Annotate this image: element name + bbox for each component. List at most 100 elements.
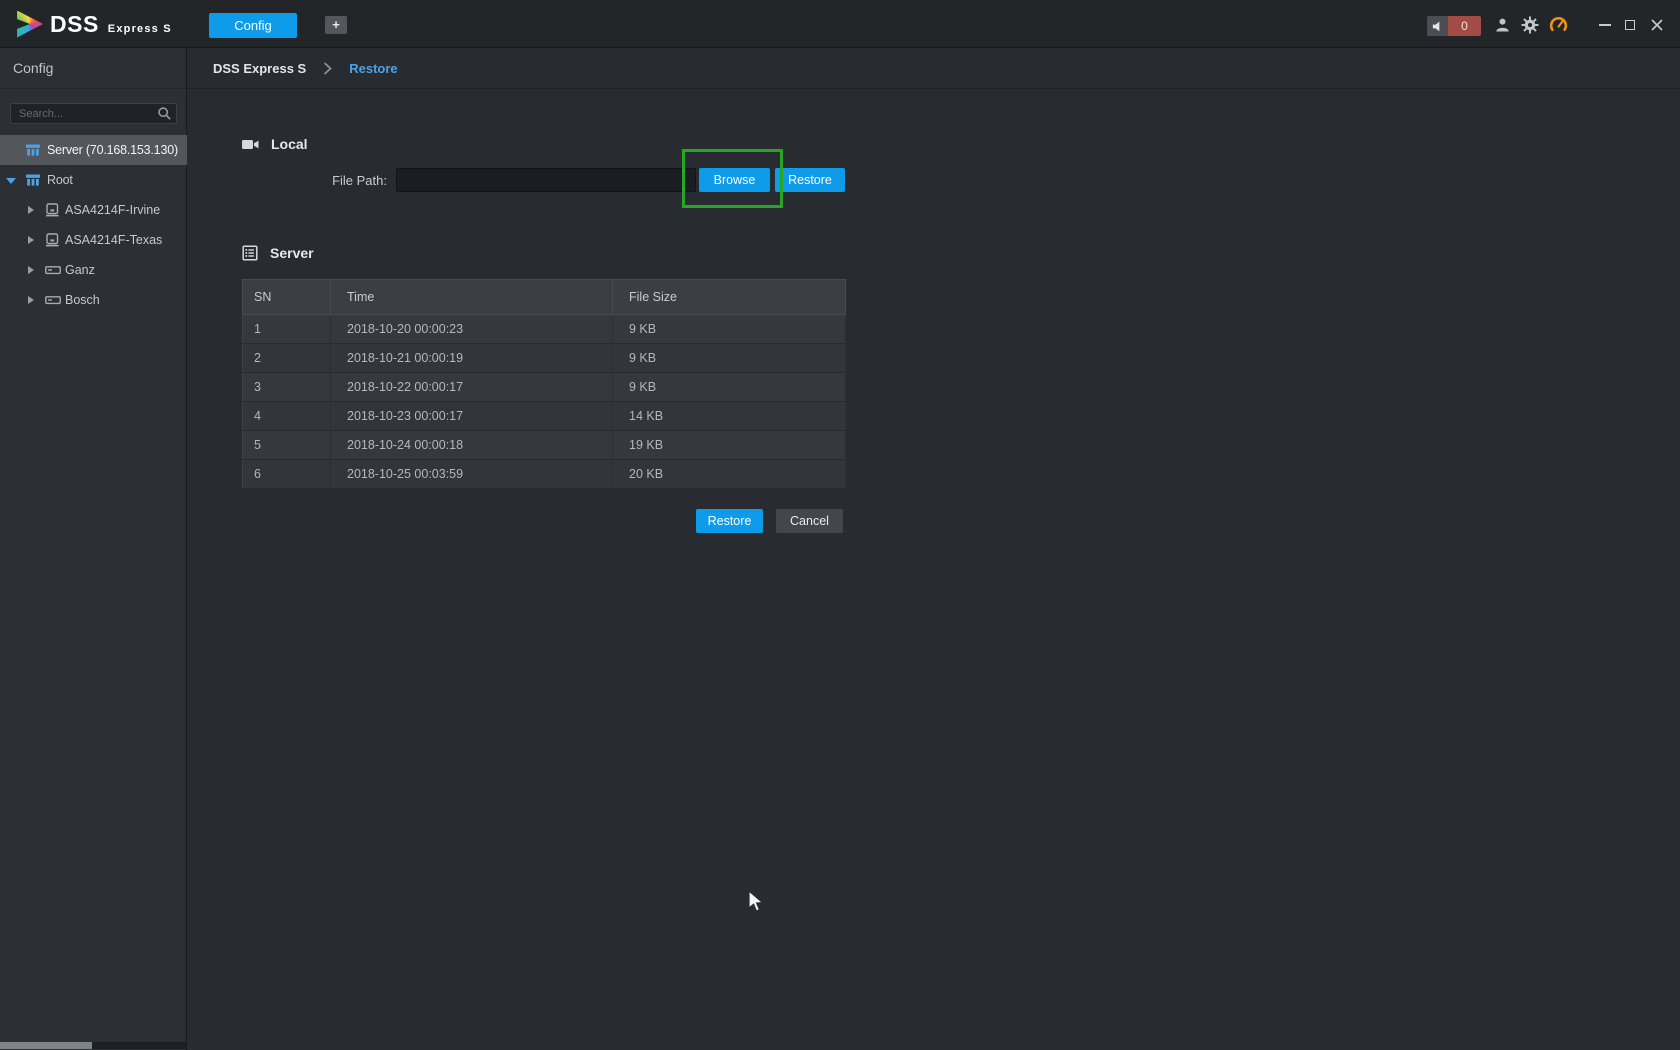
tree-item-device[interactable]: ASA4214F-Texas [0, 225, 187, 255]
close-button[interactable] [1648, 16, 1666, 34]
breadcrumb-chevron-icon [323, 62, 332, 75]
minimize-button[interactable] [1597, 17, 1613, 33]
search-icon[interactable] [157, 106, 172, 121]
cell-sn: 1 [243, 315, 331, 344]
gauge-icon [1549, 16, 1568, 33]
backup-table: SN Time File Size 1 2018-10-20 00:00:23 … [242, 279, 846, 489]
nvr-device-icon [45, 263, 61, 277]
expand-caret-icon[interactable] [28, 206, 34, 214]
minimize-icon [1599, 24, 1611, 26]
sidebar: Config Server (70.168.153.130) [0, 48, 187, 1050]
tree-item-label: Server (70.168.153.130) [47, 143, 178, 157]
alarm-count-badge[interactable]: 0 [1448, 16, 1481, 36]
cell-size: 9 KB [613, 344, 846, 373]
tree-item-device[interactable]: ASA4214F-Irvine [0, 195, 187, 225]
cell-sn: 4 [243, 402, 331, 431]
cell-sn: 5 [243, 431, 331, 460]
nvr-device-icon [45, 293, 61, 307]
file-path-label: File Path: [259, 173, 387, 188]
table-header: SN Time File Size [243, 280, 846, 315]
column-header-time: Time [331, 280, 613, 315]
title-bar: DSS Express S Config + 0 [0, 0, 1680, 48]
speaker-glyph [1431, 20, 1444, 33]
user-button[interactable] [1492, 16, 1512, 34]
table-row[interactable]: 2 2018-10-21 00:00:19 9 KB [243, 344, 846, 373]
org-icon [25, 173, 41, 187]
cancel-button[interactable]: Cancel [776, 509, 843, 533]
table-row[interactable]: 4 2018-10-23 00:00:17 14 KB [243, 402, 846, 431]
settings-button[interactable] [1520, 15, 1540, 34]
tab-config[interactable]: Config [209, 13, 297, 38]
tree-item-label: ASA4214F-Irvine [65, 203, 160, 217]
device-tree: Server (70.168.153.130) Root ASA421 [0, 135, 187, 315]
cell-sn: 6 [243, 460, 331, 489]
cell-size: 14 KB [613, 402, 846, 431]
expand-caret-icon[interactable] [28, 266, 34, 274]
speaker-icon[interactable] [1427, 16, 1448, 36]
scrollbar-thumb[interactable] [0, 1042, 92, 1049]
close-icon [1650, 18, 1664, 32]
table-row[interactable]: 5 2018-10-24 00:00:18 19 KB [243, 431, 846, 460]
section-title: Server [270, 245, 314, 261]
cell-size: 19 KB [613, 431, 846, 460]
cell-size: 9 KB [613, 373, 846, 402]
gear-icon [1521, 16, 1539, 34]
server-restore-button[interactable]: Restore [696, 509, 763, 533]
tree-item-server[interactable]: Server (70.168.153.130) [0, 135, 187, 165]
encoder-device-icon [45, 233, 60, 247]
sidebar-title: Config [0, 48, 186, 89]
tree-item-label: Bosch [65, 293, 100, 307]
sidebar-horizontal-scrollbar[interactable] [0, 1042, 186, 1049]
dss-logo-icon [16, 11, 43, 38]
cell-sn: 2 [243, 344, 331, 373]
cell-size: 20 KB [613, 460, 846, 489]
tree-item-label: ASA4214F-Texas [65, 233, 162, 247]
table-row[interactable]: 1 2018-10-20 00:00:23 9 KB [243, 315, 846, 344]
cell-sn: 3 [243, 373, 331, 402]
column-header-sn: SN [243, 280, 331, 315]
server-org-icon [25, 143, 41, 157]
tree-item-label: Ganz [65, 263, 95, 277]
cell-time: 2018-10-20 00:00:23 [331, 315, 613, 344]
user-icon [1494, 17, 1511, 33]
cell-time: 2018-10-23 00:00:17 [331, 402, 613, 431]
app-brand: DSS Express S [16, 0, 172, 48]
search-box [10, 103, 177, 124]
cell-time: 2018-10-21 00:00:19 [331, 344, 613, 373]
cell-size: 9 KB [613, 315, 846, 344]
tree-item-root[interactable]: Root [0, 165, 187, 195]
list-icon [242, 245, 258, 261]
encoder-device-icon [45, 203, 60, 217]
cell-time: 2018-10-25 00:03:59 [331, 460, 613, 489]
column-header-size: File Size [613, 280, 846, 315]
restore-page: Local File Path: Browse Restore Server S… [187, 89, 1680, 1050]
maximize-button[interactable] [1622, 17, 1638, 33]
breadcrumb: DSS Express S Restore [187, 48, 1680, 89]
breadcrumb-parent[interactable]: DSS Express S [213, 61, 306, 76]
search-input[interactable] [10, 103, 177, 124]
tree-item-label: Root [47, 173, 73, 187]
app-edition: Express S [108, 23, 172, 35]
expand-caret-icon[interactable] [28, 236, 34, 244]
section-title: Local [271, 136, 308, 152]
add-tab-button[interactable]: + [325, 16, 347, 34]
brand-text: DSS Express S [50, 11, 172, 38]
tree-item-device[interactable]: Ganz [0, 255, 187, 285]
browse-button[interactable]: Browse [699, 168, 770, 192]
server-section-header: Server [242, 242, 314, 264]
cell-time: 2018-10-24 00:00:18 [331, 431, 613, 460]
local-restore-button[interactable]: Restore [775, 168, 845, 192]
cell-time: 2018-10-22 00:00:17 [331, 373, 613, 402]
performance-button[interactable] [1548, 15, 1569, 34]
table-row[interactable]: 3 2018-10-22 00:00:17 9 KB [243, 373, 846, 402]
table-row[interactable]: 6 2018-10-25 00:03:59 20 KB [243, 460, 846, 489]
maximize-icon [1625, 20, 1635, 30]
file-path-input[interactable] [396, 168, 696, 192]
breadcrumb-current: Restore [349, 61, 397, 76]
expand-caret-icon[interactable] [28, 296, 34, 304]
alarm-indicator: 0 [1427, 16, 1481, 36]
app-name: DSS [50, 11, 99, 38]
collapse-caret-icon[interactable] [6, 178, 16, 184]
tree-item-device[interactable]: Bosch [0, 285, 187, 315]
local-section-header: Local [242, 133, 308, 155]
